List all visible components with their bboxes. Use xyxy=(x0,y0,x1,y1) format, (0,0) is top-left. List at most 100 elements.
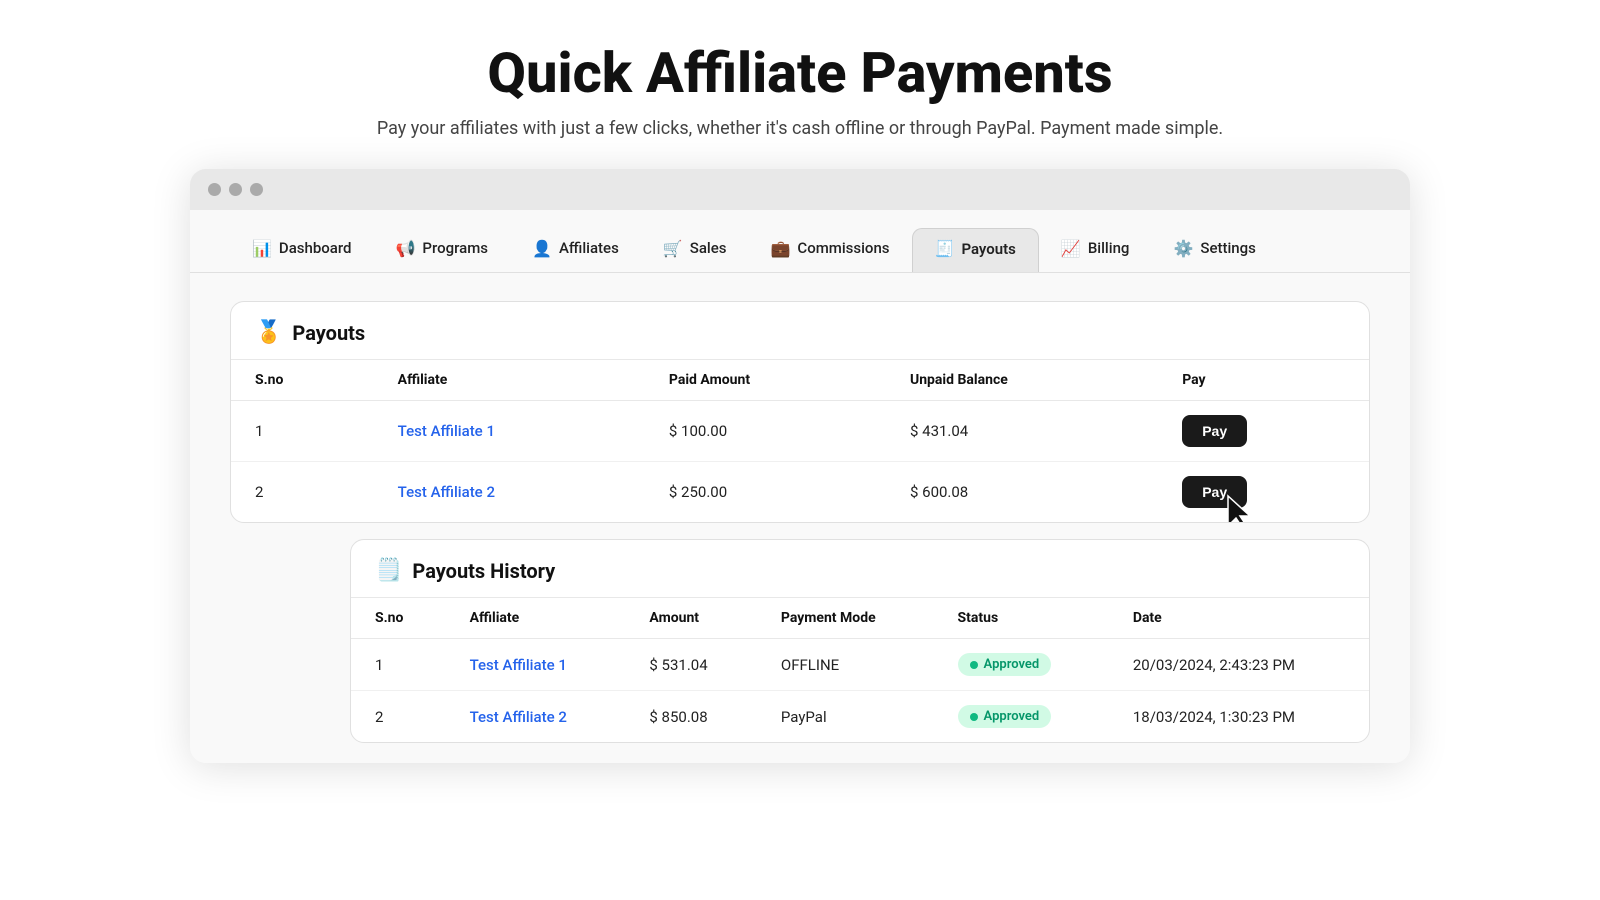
col-sno: S.no xyxy=(231,360,374,401)
pay-button-2[interactable]: Pay xyxy=(1182,476,1247,508)
affiliates-icon: 👤 xyxy=(532,239,552,258)
payouts-card-title: Payouts xyxy=(292,321,365,345)
history-card-header: 🗒️ Payouts History xyxy=(351,540,1369,598)
history-card-title: Payouts History xyxy=(412,559,555,583)
payouts-card: 🏅 Payouts S.no Affiliate Paid Amount Unp… xyxy=(230,301,1370,523)
status-badge-2: Approved xyxy=(958,705,1052,728)
payouts-history-card: 🗒️ Payouts History S.no Affiliate Amount… xyxy=(350,539,1370,743)
row1-pay: Pay xyxy=(1158,401,1369,462)
h-col-amount: Amount xyxy=(625,598,757,639)
pay-button-2-container: Pay xyxy=(1182,476,1247,508)
nav-item-sales[interactable]: 🛒 Sales xyxy=(641,229,749,272)
nav-item-commissions[interactable]: 💼 Commissions xyxy=(748,229,911,272)
status-dot-1 xyxy=(970,661,978,669)
table-row: 1 Test Affiliate 1 $ 100.00 $ 431.04 Pay xyxy=(231,401,1369,462)
nav-label-dashboard: Dashboard xyxy=(279,239,352,257)
h-affiliate-link-2[interactable]: Test Affiliate 2 xyxy=(470,708,567,726)
h-affiliate-link-1[interactable]: Test Affiliate 1 xyxy=(470,656,567,674)
payouts-thead: S.no Affiliate Paid Amount Unpaid Balanc… xyxy=(231,360,1369,401)
row2-paid: $ 250.00 xyxy=(645,462,886,523)
nav-label-commissions: Commissions xyxy=(797,239,889,257)
table-row: 2 Test Affiliate 2 $ 250.00 $ 600.08 Pay xyxy=(231,462,1369,523)
nav-item-affiliates[interactable]: 👤 Affiliates xyxy=(510,229,641,272)
col-unpaid: Unpaid Balance xyxy=(886,360,1158,401)
affiliate-link-2[interactable]: Test Affiliate 2 xyxy=(398,483,495,501)
history-header-row: S.no Affiliate Amount Payment Mode Statu… xyxy=(351,598,1369,639)
h-row1-sno: 1 xyxy=(351,639,446,691)
commissions-icon: 💼 xyxy=(770,239,790,258)
nav-label-billing: Billing xyxy=(1088,239,1130,257)
nav-label-payouts: Payouts xyxy=(961,240,1015,258)
row2-unpaid: $ 600.08 xyxy=(886,462,1158,523)
history-thead: S.no Affiliate Amount Payment Mode Statu… xyxy=(351,598,1369,639)
col-affiliate: Affiliate xyxy=(374,360,645,401)
history-header-icon: 🗒️ xyxy=(375,558,402,583)
nav-item-dashboard[interactable]: 📊 Dashboard xyxy=(230,229,374,272)
col-paid: Paid Amount xyxy=(645,360,886,401)
history-tbody: 1 Test Affiliate 1 $ 531.04 OFFLINE Appr… xyxy=(351,639,1369,743)
sales-icon: 🛒 xyxy=(663,239,683,258)
browser-content: 📊 Dashboard 📢 Programs 👤 Affiliates 🛒 Sa… xyxy=(190,210,1410,763)
h-col-status: Status xyxy=(934,598,1109,639)
row2-sno: 2 xyxy=(231,462,374,523)
nav-label-affiliates: Affiliates xyxy=(559,239,619,257)
h-row2-sno: 2 xyxy=(351,691,446,743)
payouts-icon: 🧾 xyxy=(935,239,955,258)
nav-label-settings: Settings xyxy=(1200,239,1256,257)
h-row2-date: 18/03/2024, 1:30:23 PM xyxy=(1109,691,1369,743)
h-row1-amount: $ 531.04 xyxy=(625,639,757,691)
h-col-affiliate: Affiliate xyxy=(446,598,626,639)
nav-item-billing[interactable]: 📈 Billing xyxy=(1039,229,1152,272)
status-badge-1: Approved xyxy=(958,653,1052,676)
settings-icon: ⚙️ xyxy=(1173,239,1193,258)
main-content: 🏅 Payouts S.no Affiliate Paid Amount Unp… xyxy=(190,273,1410,763)
nav-item-settings[interactable]: ⚙️ Settings xyxy=(1151,229,1277,272)
payouts-card-header: 🏅 Payouts xyxy=(231,302,1369,360)
nav-item-payouts[interactable]: 🧾 Payouts xyxy=(912,228,1039,272)
h-row2-status: Approved xyxy=(934,691,1109,743)
dashboard-icon: 📊 xyxy=(252,239,272,258)
payouts-header-icon: 🏅 xyxy=(255,320,282,345)
payouts-table: S.no Affiliate Paid Amount Unpaid Balanc… xyxy=(231,360,1369,522)
browser-window: 📊 Dashboard 📢 Programs 👤 Affiliates 🛒 Sa… xyxy=(190,169,1410,763)
payouts-tbody: 1 Test Affiliate 1 $ 100.00 $ 431.04 Pay xyxy=(231,401,1369,523)
col-pay: Pay xyxy=(1158,360,1369,401)
h-col-date: Date xyxy=(1109,598,1369,639)
history-table: S.no Affiliate Amount Payment Mode Statu… xyxy=(351,598,1369,742)
nav-item-programs[interactable]: 📢 Programs xyxy=(374,229,511,272)
browser-dot-1 xyxy=(208,183,221,196)
nav-label-programs: Programs xyxy=(422,239,488,257)
pay-button-1[interactable]: Pay xyxy=(1182,415,1247,447)
row1-unpaid: $ 431.04 xyxy=(886,401,1158,462)
h-row1-status: Approved xyxy=(934,639,1109,691)
billing-icon: 📈 xyxy=(1061,239,1081,258)
payouts-header-row: S.no Affiliate Paid Amount Unpaid Balanc… xyxy=(231,360,1369,401)
affiliate-link-1[interactable]: Test Affiliate 1 xyxy=(398,422,495,440)
h-col-sno: S.no xyxy=(351,598,446,639)
h-row1-mode: OFFLINE xyxy=(757,639,934,691)
h-col-mode: Payment Mode xyxy=(757,598,934,639)
table-row: 2 Test Affiliate 2 $ 850.08 PayPal Appro… xyxy=(351,691,1369,743)
browser-titlebar xyxy=(190,169,1410,210)
nav-bar: 📊 Dashboard 📢 Programs 👤 Affiliates 🛒 Sa… xyxy=(190,210,1410,273)
page-subtitle: Pay your affiliates with just a few clic… xyxy=(377,118,1223,139)
browser-dot-2 xyxy=(229,183,242,196)
status-label-1: Approved xyxy=(984,657,1040,672)
status-dot-2 xyxy=(970,713,978,721)
row2-affiliate: Test Affiliate 2 xyxy=(374,462,645,523)
browser-dot-3 xyxy=(250,183,263,196)
table-row: 1 Test Affiliate 1 $ 531.04 OFFLINE Appr… xyxy=(351,639,1369,691)
page-title: Quick Affiliate Payments xyxy=(487,40,1112,106)
row2-pay: Pay xyxy=(1158,462,1369,523)
row1-sno: 1 xyxy=(231,401,374,462)
h-row2-mode: PayPal xyxy=(757,691,934,743)
h-row2-amount: $ 850.08 xyxy=(625,691,757,743)
row1-paid: $ 100.00 xyxy=(645,401,886,462)
programs-icon: 📢 xyxy=(396,239,416,258)
row1-affiliate: Test Affiliate 1 xyxy=(374,401,645,462)
h-row1-affiliate: Test Affiliate 1 xyxy=(446,639,626,691)
h-row1-date: 20/03/2024, 2:43:23 PM xyxy=(1109,639,1369,691)
nav-label-sales: Sales xyxy=(690,239,727,257)
status-label-2: Approved xyxy=(984,709,1040,724)
h-row2-affiliate: Test Affiliate 2 xyxy=(446,691,626,743)
